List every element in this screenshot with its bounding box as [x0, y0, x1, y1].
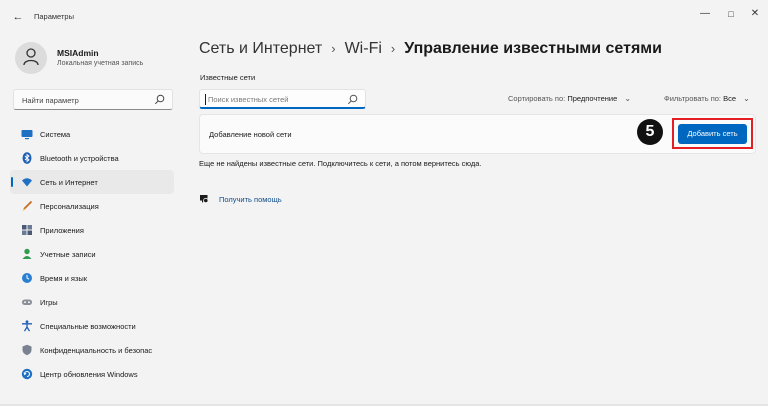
person-icon	[23, 48, 39, 66]
app-title: Параметры	[34, 12, 74, 21]
globe-clock-icon	[22, 273, 32, 283]
breadcrumb-wifi[interactable]: Wi-Fi	[345, 40, 382, 57]
sidebar-item-label: Сеть и Интернет	[40, 178, 98, 187]
get-help-label: Получить помощь	[219, 195, 282, 204]
gamepad-icon	[22, 299, 32, 305]
sidebar-item-label: Учетные записи	[40, 250, 96, 259]
sidebar-item-accounts[interactable]: Учетные записи	[10, 242, 174, 266]
add-network-label: Добавление новой сети	[209, 130, 292, 139]
known-networks-heading: Известные сети	[200, 73, 256, 82]
sidebar-item-label: Приложения	[40, 226, 84, 235]
sidebar-item-time-language[interactable]: Время и язык	[10, 266, 174, 290]
user-name: MSIAdmin	[57, 48, 99, 58]
back-button[interactable]: ←	[10, 9, 26, 25]
breadcrumb-separator: ›	[390, 41, 396, 56]
person-icon	[22, 248, 32, 259]
apps-icon	[22, 225, 32, 235]
sidebar-item-bluetooth[interactable]: Bluetooth и устройства	[10, 146, 174, 170]
sidebar-item-personalization[interactable]: Персонализация	[10, 194, 174, 218]
minimize-button[interactable]: —	[694, 6, 716, 22]
shield-icon	[22, 344, 32, 356]
update-icon	[21, 368, 33, 380]
search-icon	[154, 94, 165, 105]
close-button[interactable]: ✕	[744, 6, 766, 22]
active-indicator	[11, 177, 13, 187]
sidebar-item-label: Время и язык	[40, 274, 88, 283]
sidebar-item-label: Центр обновления Windows	[40, 370, 138, 379]
known-networks-search-input[interactable]: Поиск известных сетей	[199, 89, 366, 109]
sidebar-item-label: Игры	[40, 298, 58, 307]
breadcrumb: Сеть и Интернет › Wi-Fi › Управление известн…	[199, 40, 662, 58]
accessibility-icon	[22, 320, 32, 332]
maximize-button[interactable]: □	[720, 6, 742, 22]
known-networks-search-placeholder: Поиск известных сетей	[208, 95, 289, 104]
sidebar-item-network[interactable]: Сеть и Интернет	[10, 170, 174, 194]
sort-value: Предпочтение	[567, 94, 618, 103]
filter-value: Все	[723, 94, 737, 103]
sidebar-item-system[interactable]: Система	[10, 122, 174, 146]
brush-icon	[22, 200, 33, 211]
empty-state-message: Еще не найдены известные сети. Подключит…	[199, 159, 482, 168]
monitor-icon	[21, 130, 33, 140]
avatar	[15, 42, 47, 74]
help-icon	[200, 195, 209, 204]
sidebar-item-accessibility[interactable]: Специальные возможности	[10, 314, 174, 338]
sidebar-item-windows-update[interactable]: Центр обновления Windows	[10, 362, 174, 386]
sort-dropdown[interactable]: Сортировать по: Предпочтение ⌄	[508, 94, 631, 103]
step-number-badge: 5	[637, 119, 663, 145]
account-type: Локальная учетная запись	[57, 60, 144, 67]
sidebar-item-apps[interactable]: Приложения	[10, 218, 174, 242]
chevron-down-icon: ⌄	[743, 94, 750, 103]
settings-search-placeholder: Найти параметр	[22, 96, 79, 105]
sidebar-item-label: Система	[40, 130, 71, 139]
settings-window: ← Параметры — □ ✕ MSIAdmin Локальная уче…	[0, 0, 768, 406]
search-icon	[347, 94, 358, 105]
sort-label: Сортировать по:	[508, 94, 566, 103]
sidebar-item-privacy[interactable]: Конфиденциальность и безопас	[10, 338, 174, 362]
filter-dropdown[interactable]: Фильтровать по: Все ⌄	[664, 94, 750, 103]
sidebar-item-label: Специальные возможности	[40, 322, 136, 331]
sidebar-item-label: Конфиденциальность и безопас	[40, 346, 153, 355]
sidebar-item-gaming[interactable]: Игры	[10, 290, 174, 314]
sidebar-item-label: Персонализация	[40, 202, 99, 211]
bluetooth-icon	[22, 152, 32, 164]
page-title: Управление известными сетями	[404, 40, 662, 57]
wifi-icon	[22, 178, 32, 187]
add-network-button[interactable]: Добавить сеть	[678, 124, 747, 144]
chevron-down-icon: ⌄	[624, 94, 632, 103]
settings-search-input[interactable]: Найти параметр	[13, 89, 173, 110]
filter-label: Фильтровать по:	[664, 94, 722, 103]
breadcrumb-network[interactable]: Сеть и Интернет	[199, 40, 322, 57]
sidebar-item-label: Bluetooth и устройства	[40, 154, 119, 163]
breadcrumb-separator: ›	[331, 41, 336, 56]
title-bar: ← Параметры — □ ✕	[0, 0, 768, 34]
text-caret	[205, 94, 206, 105]
sidebar-nav: Система Bluetooth и устройства Сеть и Ин…	[10, 122, 174, 386]
